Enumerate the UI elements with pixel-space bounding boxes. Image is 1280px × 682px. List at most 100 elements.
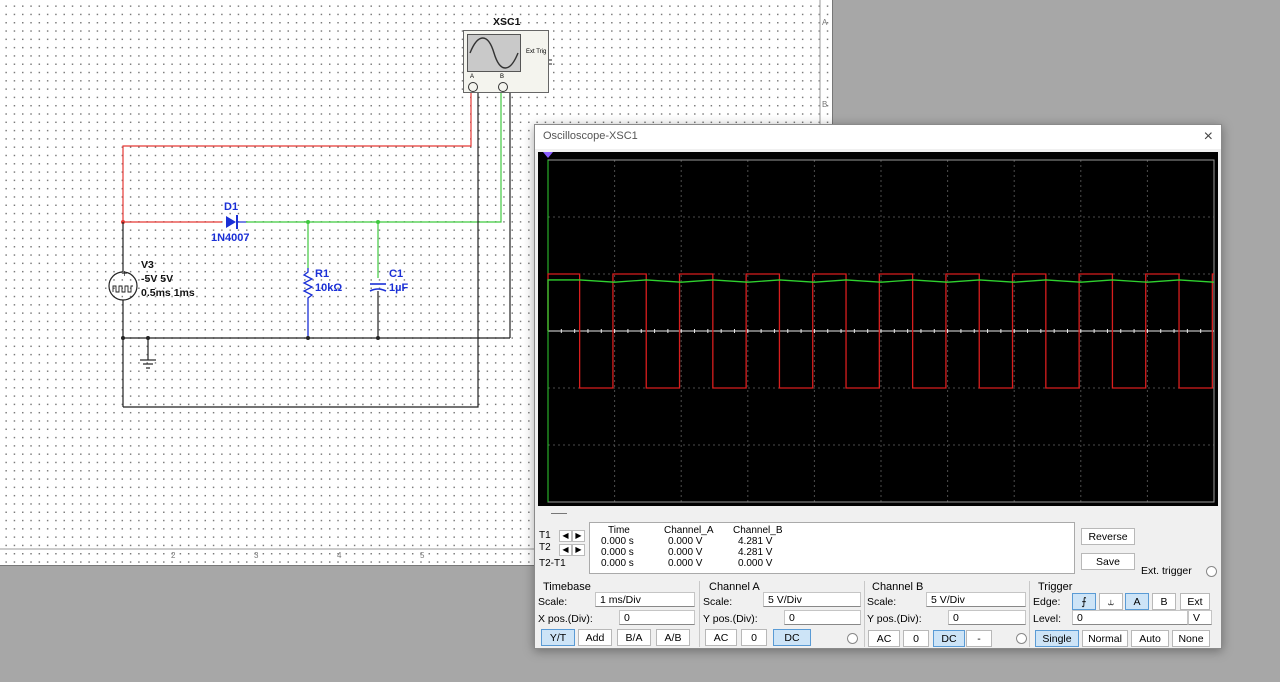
header-channel-b: Channel_B (733, 525, 783, 536)
window-titlebar[interactable]: Oscilloscope-XSC1 × (535, 125, 1221, 149)
channel-b-terminal[interactable] (1016, 633, 1027, 644)
ground-symbol (140, 338, 156, 369)
trigger-level-field[interactable]: 0 (1072, 610, 1188, 625)
channel-b-ypos-label: Y pos.(Div): (867, 613, 922, 625)
ruler-mark: 2 (171, 551, 176, 560)
wire-channel-a (122, 88, 472, 222)
t1-label: T1 (539, 530, 551, 541)
oscilloscope-window[interactable]: Oscilloscope-XSC1 × T1 T2 T2-T1 ◀ ▶ ◀ ▶ … (534, 124, 1222, 649)
t2-channel-a: 0.000 V (668, 547, 703, 558)
channel-a-ypos-field[interactable]: 0 (784, 610, 861, 625)
rising-edge-icon[interactable]: ⨍ (1072, 593, 1096, 610)
oscilloscope-instrument[interactable]: Ext Trig A B (463, 30, 549, 93)
trigger-title: Trigger (1038, 581, 1073, 593)
t2-t1-channel-b: 0.000 V (738, 558, 773, 569)
diode-symbol (226, 215, 246, 229)
channel-a-zero-button[interactable]: 0 (741, 629, 767, 646)
channel-a-scale-label: Scale: (703, 596, 733, 608)
svg-text:+: + (121, 269, 128, 278)
window-title: Oscilloscope-XSC1 (543, 130, 638, 142)
pin-b-label: B (500, 74, 505, 80)
side-mark: A (822, 18, 828, 27)
x-position-field[interactable]: 0 (619, 610, 695, 625)
t1-channel-b: 4.281 V (738, 536, 773, 547)
resistor-ref: R1 (315, 268, 330, 280)
wire-scope-return (123, 88, 479, 408)
diode-model: 1N4007 (211, 232, 250, 244)
channel-b-dc-button[interactable]: DC (933, 630, 965, 647)
side-mark: B (822, 100, 828, 109)
t2-t1-time: 0.000 s (601, 558, 634, 569)
t1-time: 0.000 s (601, 536, 634, 547)
trigger-level-unit[interactable]: V (1188, 610, 1212, 625)
source-timing: 0.5ms 1ms (141, 287, 195, 299)
scope-plot (543, 152, 1215, 503)
channel-b-title: Channel B (872, 581, 924, 593)
mode-ab-button[interactable]: A/B (656, 629, 690, 646)
cursor-labels: T1 T2 T2-T1 ◀ ▶ ◀ ▶ (537, 522, 587, 572)
t2-time: 0.000 s (601, 547, 634, 558)
trigger-source-a-button[interactable]: A (1125, 593, 1149, 610)
t2-label: T2 (539, 542, 551, 553)
channel-b-invert-button[interactable]: - (966, 630, 992, 647)
diode-ref: D1 (224, 201, 239, 213)
trigger-edge-label: Edge: (1033, 596, 1061, 608)
pin-b-terminal[interactable] (498, 82, 508, 92)
channel-b-zero-button[interactable]: 0 (903, 630, 929, 647)
channel-a-dc-button[interactable]: DC (773, 629, 811, 646)
x-position-label: X pos.(Div): (538, 613, 593, 625)
channel-a-ac-button[interactable]: AC (705, 629, 737, 646)
resistor-symbol (302, 268, 314, 338)
channel-b-ypos-field[interactable]: 0 (948, 610, 1026, 625)
channel-b-ac-button[interactable]: AC (868, 630, 900, 647)
splitter-handle[interactable] (535, 506, 1221, 520)
timebase-title: Timebase (543, 581, 591, 593)
timebase-scale-label: Scale: (538, 596, 568, 608)
t2-left-arrow-icon[interactable]: ◀ (559, 544, 572, 556)
trigger-source-ext-button[interactable]: Ext (1180, 593, 1210, 610)
channel-a-terminal[interactable] (847, 633, 858, 644)
capacitor-value: 1µF (389, 282, 409, 294)
ruler-mark: 5 (420, 551, 425, 560)
save-button[interactable]: Save (1081, 553, 1135, 570)
channel-b-scale-field[interactable]: 5 V/Div (926, 592, 1026, 607)
trigger-source-b-button[interactable]: B (1152, 593, 1176, 610)
wire-channel-b (246, 88, 502, 223)
channel-a-title: Channel A (709, 581, 760, 593)
trigger-mode-single-button[interactable]: Single (1035, 630, 1079, 647)
t1-right-arrow-icon[interactable]: ▶ (572, 530, 585, 542)
scope-screen[interactable] (538, 152, 1218, 506)
mode-add-button[interactable]: Add (578, 629, 612, 646)
close-icon[interactable]: × (1204, 128, 1213, 146)
pin-a-terminal[interactable] (468, 82, 478, 92)
falling-edge-icon[interactable]: ⥿ (1099, 593, 1123, 610)
t2-right-arrow-icon[interactable]: ▶ (572, 544, 585, 556)
instrument-display (467, 34, 521, 72)
mode-ba-button[interactable]: B/A (617, 629, 651, 646)
trigger-mode-auto-button[interactable]: Auto (1131, 630, 1169, 647)
source-values: -5V 5V (141, 273, 174, 285)
source-ref: V3 (141, 259, 154, 271)
t2-t1-channel-a: 0.000 V (668, 558, 703, 569)
trigger-mode-normal-button[interactable]: Normal (1082, 630, 1128, 647)
t2-t1-label: T2-T1 (539, 558, 566, 569)
trigger-level-label: Level: (1033, 613, 1062, 625)
header-channel-a: Channel_A (664, 525, 714, 536)
reverse-button[interactable]: Reverse (1081, 528, 1135, 545)
mode-yt-button[interactable]: Y/T (541, 629, 575, 646)
ext-trig-label: Ext Trig (526, 49, 547, 55)
ext-trigger-label: Ext. trigger (1141, 565, 1192, 577)
trigger-mode-none-button[interactable]: None (1172, 630, 1210, 647)
channel-a-scale-field[interactable]: 5 V/Div (763, 592, 861, 607)
sine-icon (469, 37, 519, 69)
capacitor-symbol (369, 283, 387, 338)
ext-trigger-terminal[interactable] (1206, 566, 1217, 577)
t2-channel-b: 4.281 V (738, 547, 773, 558)
cursor-readout: Time Channel_A Channel_B 0.000 s 0.000 V… (589, 522, 1075, 574)
resistor-value: 10kΩ (315, 282, 343, 294)
cursor-t1-handle (543, 152, 553, 158)
timebase-scale-field[interactable]: 1 ms/Div (595, 592, 695, 607)
instrument-ref: XSC1 (493, 16, 521, 28)
header-time: Time (608, 525, 630, 536)
t1-left-arrow-icon[interactable]: ◀ (559, 530, 572, 542)
